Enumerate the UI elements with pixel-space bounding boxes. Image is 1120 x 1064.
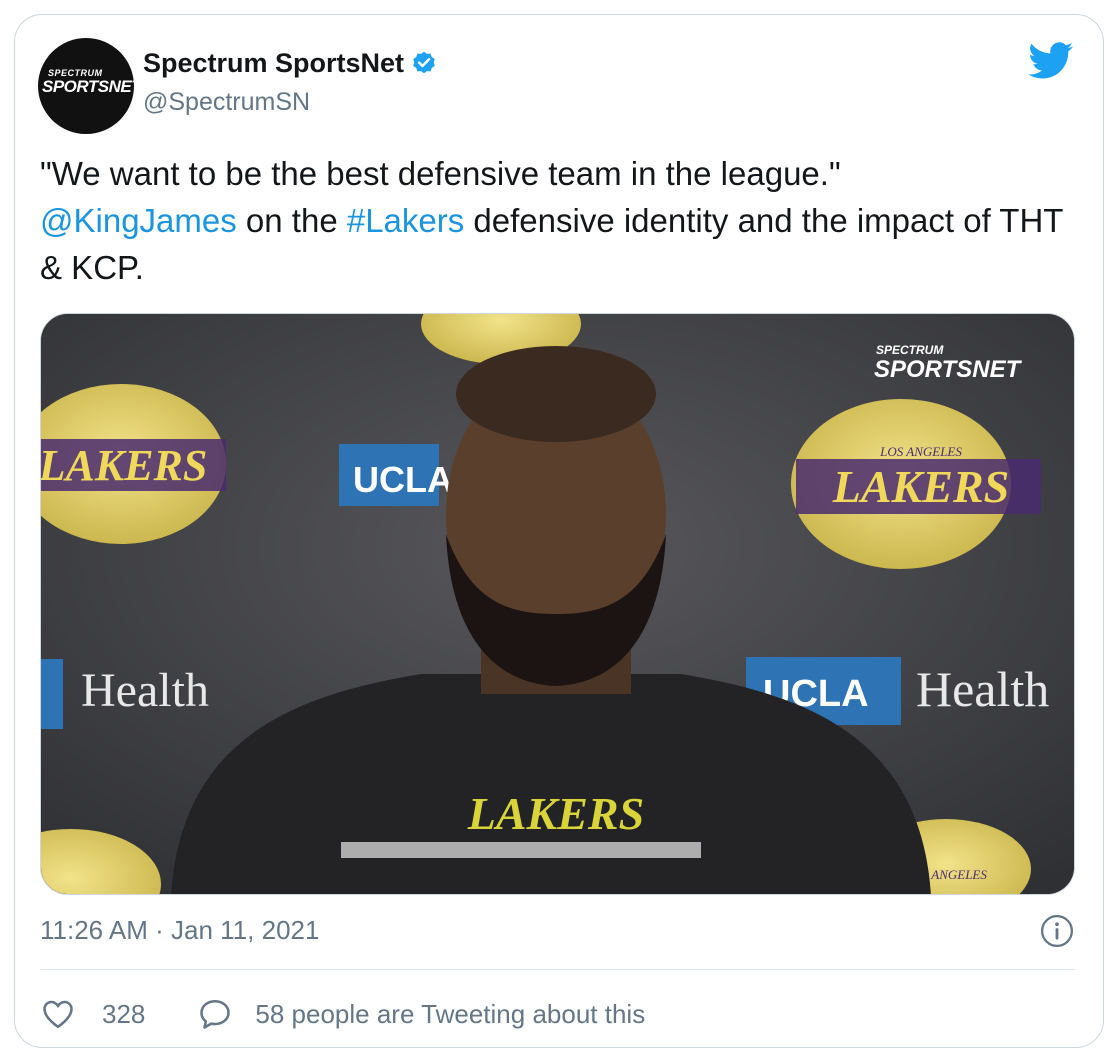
tweet-actions: 328 58 people are Tweeting about this: [40, 994, 645, 1034]
verified-badge-icon: [413, 51, 435, 73]
info-icon[interactable]: [1040, 914, 1074, 948]
watermark-bottom: SPORTSNET: [874, 356, 1023, 383]
shirt-lakers-text: LAKERS: [467, 788, 644, 839]
tweeting-about-count: 58 people are Tweeting about this: [255, 998, 646, 1029]
lakers-logo-text-left: LAKERS: [41, 441, 207, 490]
avatar[interactable]: SPECTRUM SPORTSNET: [38, 38, 134, 134]
avatar-logo-bottom: SPORTSNET: [42, 77, 134, 96]
tweet-text: "We want to be the best defensive team i…: [40, 150, 1080, 291]
reply-bubble-icon: [200, 999, 231, 1029]
hashtag-link[interactable]: #Lakers: [347, 202, 464, 239]
tweet-mid-text: on the: [236, 202, 347, 239]
like-count: 328: [102, 998, 146, 1029]
reply-button[interactable]: 58 people are Tweeting about this: [197, 996, 645, 1032]
ucla-label-center: UCLA: [353, 459, 453, 500]
ucla-health-sign-center: UCLA: [339, 444, 453, 506]
account-name-text: Spectrum SportsNet: [143, 48, 405, 78]
lakers-logo-text-right: LAKERS: [832, 461, 1009, 512]
tweet-quote: "We want to be the best defensive team i…: [40, 155, 841, 192]
watermark-top: SPECTRUM: [876, 343, 944, 357]
divider: [40, 969, 1075, 970]
los-angeles-label-right: LOS ANGELES: [879, 444, 962, 459]
video-frame: LAKERS LAKERS LOS ANGELES LOS ANGELES He…: [41, 314, 1074, 894]
health-label-right: Health: [916, 661, 1049, 717]
mention-link[interactable]: @KingJames: [40, 202, 237, 239]
account-name[interactable]: Spectrum SportsNet: [143, 48, 438, 79]
heart-icon: [43, 1000, 73, 1029]
twitter-bird-icon[interactable]: [1028, 42, 1074, 80]
tweet-body: @KingJames on the #Lakers defensive iden…: [40, 197, 1080, 291]
like-button[interactable]: 328: [40, 996, 145, 1032]
tweet-media-video[interactable]: LAKERS LAKERS LOS ANGELES LOS ANGELES He…: [40, 313, 1075, 895]
health-label-left: Health: [81, 664, 209, 717]
tweet-timestamp[interactable]: 11:26 AM · Jan 11, 2021: [40, 915, 319, 946]
account-handle[interactable]: @SpectrumSN: [143, 88, 310, 117]
